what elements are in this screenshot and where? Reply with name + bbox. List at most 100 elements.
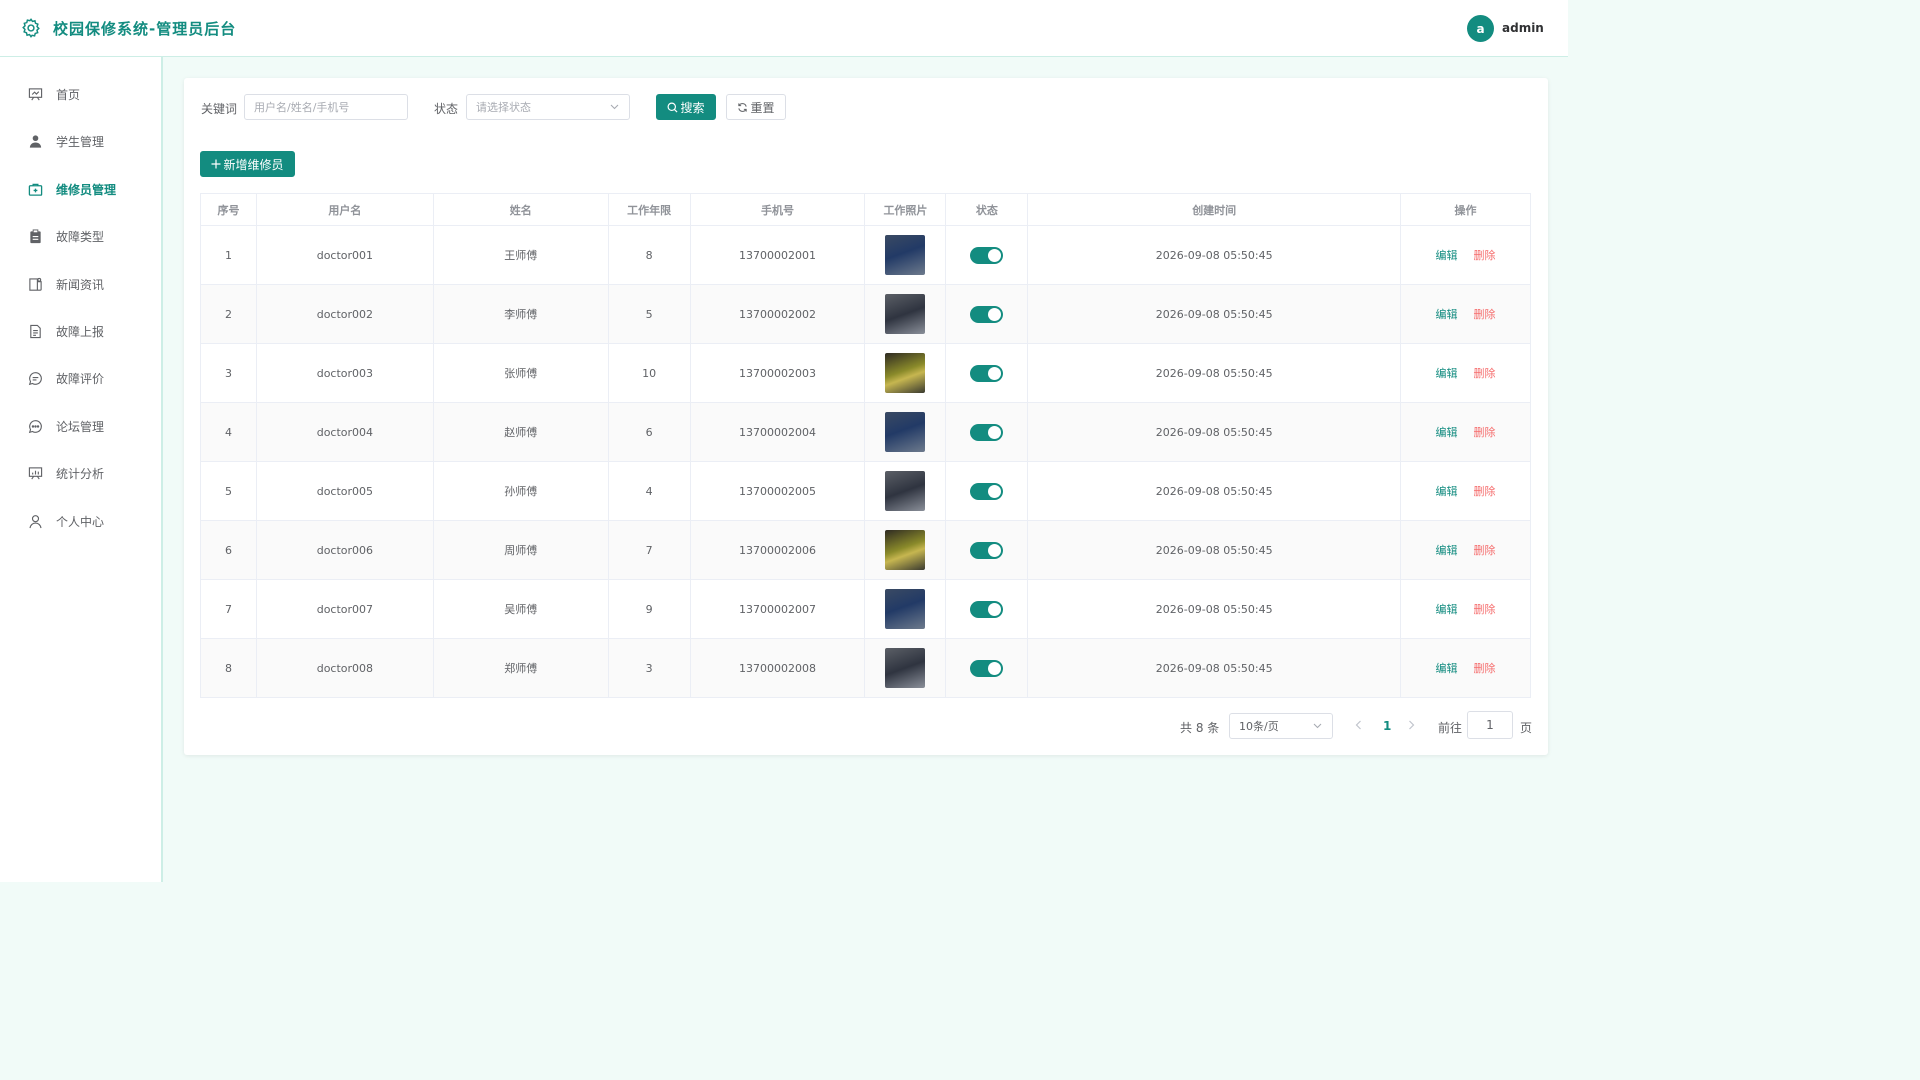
cell-photo bbox=[864, 638, 947, 698]
sidebar-item-statistics[interactable]: 统计分析 bbox=[0, 453, 161, 493]
cell-username: doctor008 bbox=[256, 638, 434, 698]
sidebar-item-profile[interactable]: 个人中心 bbox=[0, 501, 161, 541]
cell-created: 2026-09-08 05:50:45 bbox=[1027, 402, 1402, 462]
cell-name: 吴师傅 bbox=[433, 579, 609, 639]
sidebar-item-forum[interactable]: 论坛管理 bbox=[0, 406, 161, 446]
edit-link[interactable]: 编辑 bbox=[1436, 485, 1458, 498]
prev-page-button[interactable] bbox=[1355, 719, 1362, 733]
table-row: 1 doctor001 王师傅 8 13700002001 2026-09-08… bbox=[200, 225, 1531, 285]
search-button[interactable]: 搜索 bbox=[656, 94, 716, 120]
cell-index: 8 bbox=[200, 638, 257, 698]
delete-link[interactable]: 删除 bbox=[1474, 544, 1496, 557]
delete-link[interactable]: 删除 bbox=[1474, 426, 1496, 439]
work-photo[interactable] bbox=[885, 648, 926, 688]
edit-link[interactable]: 编辑 bbox=[1436, 603, 1458, 616]
cell-actions: 编辑 删除 bbox=[1400, 520, 1531, 580]
cell-created: 2026-09-08 05:50:45 bbox=[1027, 638, 1402, 698]
table-row: 6 doctor006 周师傅 7 13700002006 2026-09-08… bbox=[200, 520, 1531, 580]
delete-link[interactable]: 删除 bbox=[1474, 249, 1496, 262]
cell-index: 6 bbox=[200, 520, 257, 580]
delete-link[interactable]: 删除 bbox=[1474, 308, 1496, 321]
work-photo[interactable] bbox=[885, 294, 926, 334]
edit-link[interactable]: 编辑 bbox=[1436, 308, 1458, 321]
status-toggle[interactable] bbox=[970, 482, 1004, 500]
status-toggle[interactable] bbox=[970, 600, 1004, 618]
cell-username: doctor006 bbox=[256, 520, 434, 580]
status-toggle[interactable] bbox=[970, 423, 1004, 441]
edit-link[interactable]: 编辑 bbox=[1436, 662, 1458, 675]
sidebar-item-students[interactable]: 学生管理 bbox=[0, 121, 161, 161]
cell-status bbox=[945, 520, 1029, 580]
status-toggle[interactable] bbox=[970, 246, 1004, 264]
status-toggle[interactable] bbox=[970, 659, 1004, 677]
content-card: 关键词 用户名/姓名/手机号 状态 请选择状态 搜索 重置 新增维修员 序号 用… bbox=[184, 78, 1548, 755]
cell-username: doctor002 bbox=[256, 284, 434, 344]
work-photo[interactable] bbox=[885, 412, 926, 452]
username[interactable]: admin bbox=[1502, 21, 1544, 35]
cell-created: 2026-09-08 05:50:45 bbox=[1027, 225, 1402, 285]
goto-page-input[interactable]: 1 bbox=[1467, 711, 1513, 739]
next-page-button[interactable] bbox=[1408, 719, 1415, 733]
table-row: 3 doctor003 张师傅 10 13700002003 2026-09-0… bbox=[200, 343, 1531, 403]
sidebar-item-home[interactable]: 首页 bbox=[0, 74, 161, 114]
sidebar-item-label: 论坛管理 bbox=[56, 419, 105, 434]
edit-link[interactable]: 编辑 bbox=[1436, 426, 1458, 439]
status-toggle[interactable] bbox=[970, 364, 1004, 382]
status-toggle[interactable] bbox=[970, 541, 1004, 559]
work-photo[interactable] bbox=[885, 530, 926, 570]
cell-index: 2 bbox=[200, 284, 257, 344]
sidebar-item-label: 个人中心 bbox=[56, 514, 105, 529]
cell-years: 3 bbox=[608, 638, 691, 698]
dashboard-icon bbox=[28, 87, 43, 100]
table-row: 7 doctor007 吴师傅 9 13700002007 2026-09-08… bbox=[200, 579, 1531, 639]
avatar[interactable]: a bbox=[1467, 15, 1494, 42]
chart-icon bbox=[28, 466, 43, 479]
work-photo[interactable] bbox=[885, 589, 926, 629]
top-header: 校园保修系统-管理员后台 a admin bbox=[0, 0, 1568, 57]
sidebar-item-fault-types[interactable]: 故障类型 bbox=[0, 216, 161, 256]
refresh-icon bbox=[738, 102, 748, 112]
cell-name: 赵师傅 bbox=[433, 402, 609, 462]
sidebar-item-news[interactable]: 新闻资讯 bbox=[0, 264, 161, 304]
delete-link[interactable]: 删除 bbox=[1474, 367, 1496, 380]
edit-link[interactable]: 编辑 bbox=[1436, 249, 1458, 262]
edit-link[interactable]: 编辑 bbox=[1436, 544, 1458, 557]
delete-link[interactable]: 删除 bbox=[1474, 662, 1496, 675]
cell-years: 6 bbox=[608, 402, 691, 462]
page-number-current[interactable]: 1 bbox=[1383, 719, 1391, 733]
status-select[interactable]: 请选择状态 bbox=[466, 94, 630, 120]
cell-name: 周师傅 bbox=[433, 520, 609, 580]
edit-link[interactable]: 编辑 bbox=[1436, 367, 1458, 380]
status-toggle[interactable] bbox=[970, 305, 1004, 323]
delete-link[interactable]: 删除 bbox=[1474, 485, 1496, 498]
page-size-select[interactable]: 10条/页 bbox=[1229, 713, 1333, 739]
cell-phone: 13700002001 bbox=[690, 225, 866, 285]
goto-label: 前往 bbox=[1438, 721, 1463, 735]
column-header-status: 状态 bbox=[945, 193, 1029, 226]
cell-index: 4 bbox=[200, 402, 257, 462]
search-button-label: 搜索 bbox=[680, 100, 705, 115]
reset-button[interactable]: 重置 bbox=[726, 94, 786, 120]
cell-photo bbox=[864, 343, 947, 403]
add-repairman-button[interactable]: 新增维修员 bbox=[200, 151, 295, 177]
cell-created: 2026-09-08 05:50:45 bbox=[1027, 343, 1402, 403]
cell-name: 张师傅 bbox=[433, 343, 609, 403]
clipboard-icon bbox=[30, 228, 41, 243]
table-body: 1 doctor001 王师傅 8 13700002001 2026-09-08… bbox=[200, 225, 1531, 698]
sidebar-item-fault-review[interactable]: 故障评价 bbox=[0, 358, 161, 398]
cell-phone: 13700002007 bbox=[690, 579, 866, 639]
work-photo[interactable] bbox=[885, 235, 926, 275]
column-header-name: 姓名 bbox=[433, 193, 609, 226]
profile-icon bbox=[29, 514, 42, 528]
work-photo[interactable] bbox=[885, 353, 926, 393]
cell-phone: 13700002008 bbox=[690, 638, 866, 698]
sidebar-item-label: 故障类型 bbox=[56, 229, 105, 244]
status-select-placeholder: 请选择状态 bbox=[476, 101, 531, 114]
keyword-search-input[interactable]: 用户名/姓名/手机号 bbox=[244, 94, 408, 120]
news-icon bbox=[29, 277, 42, 291]
sidebar-item-repairmen[interactable]: 维修员管理 bbox=[0, 169, 161, 209]
work-photo[interactable] bbox=[885, 471, 926, 511]
sidebar-item-fault-report[interactable]: 故障上报 bbox=[0, 311, 161, 351]
sidebar-item-label: 首页 bbox=[56, 87, 81, 102]
delete-link[interactable]: 删除 bbox=[1474, 603, 1496, 616]
